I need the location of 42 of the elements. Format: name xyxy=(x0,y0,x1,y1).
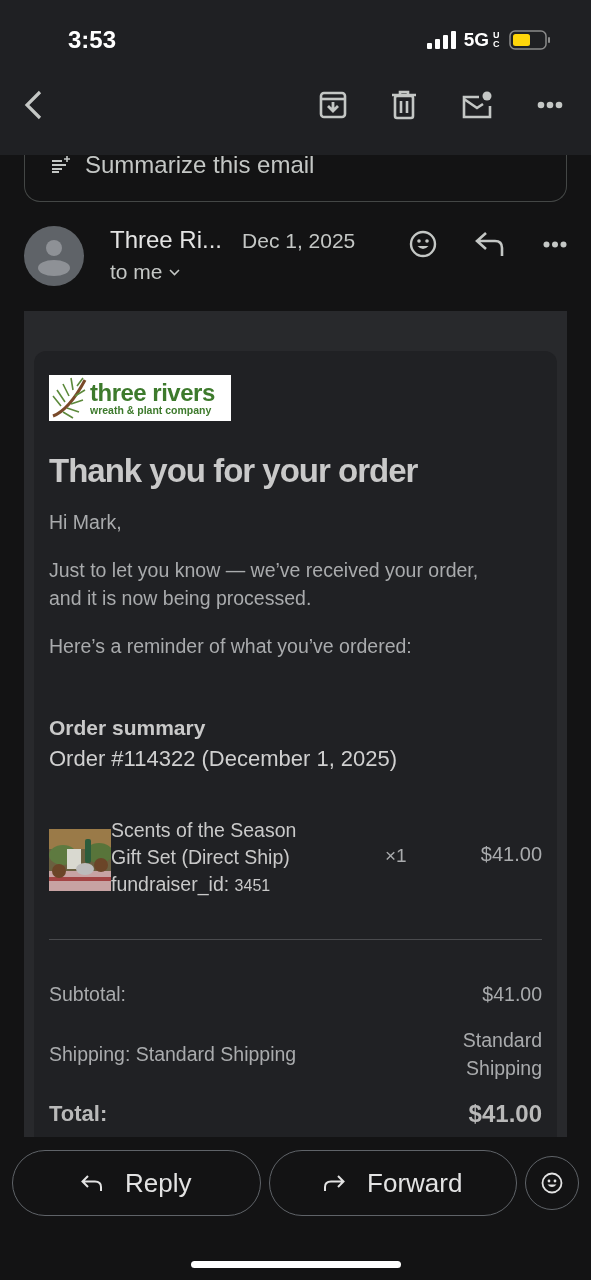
email-paragraph: Here’s a reminder of what you’ve ordered: xyxy=(49,634,413,659)
item-price: $41.00 xyxy=(479,843,542,866)
chevron-icon xyxy=(168,268,180,276)
signal-icon xyxy=(426,31,457,49)
mail-unread-icon[interactable] xyxy=(461,91,493,119)
item-quantity: ×1 xyxy=(385,845,408,867)
emoji-icon[interactable] xyxy=(409,230,437,258)
email-heading: Thank you for your order xyxy=(49,452,419,490)
total-value: Standard Shipping xyxy=(461,1028,542,1081)
order-number: Order #114322 (December 1, 2025) xyxy=(49,746,399,772)
total-value: $41.00 xyxy=(481,982,542,1007)
brand-tagline: wreath & plant company xyxy=(90,404,213,416)
summarize-icon xyxy=(51,155,71,173)
reply-icon[interactable] xyxy=(475,231,505,257)
message-date: Dec 1, 2025 xyxy=(242,229,356,253)
product-name: Scents of the Season Gift Set (Direct Ship) xyxy=(111,818,298,870)
greeting: Hi Mark, xyxy=(49,510,123,535)
network-suffix-text: UC xyxy=(493,31,500,49)
back-icon[interactable] xyxy=(24,90,42,120)
delete-icon[interactable] xyxy=(391,90,417,120)
total-label: Total: xyxy=(49,1101,108,1127)
summarize-button[interactable]: Summarize this email xyxy=(24,155,567,202)
clock-time: 3:53 xyxy=(68,26,117,54)
email-paragraph: Just to let you know — we’ve received your order, and it is now being processed. xyxy=(49,558,480,611)
more-icon[interactable] xyxy=(537,101,563,109)
reply-icon xyxy=(81,1175,103,1191)
recipient-toggle[interactable]: to me xyxy=(110,260,180,284)
brand-name: three rivers xyxy=(90,380,215,405)
total-value: $41.00 xyxy=(467,1100,542,1128)
total-label: Subtotal: xyxy=(49,982,126,1006)
battery-icon xyxy=(509,30,551,50)
total-label: Shipping: Standard Shipping xyxy=(49,1042,297,1066)
pine-branch-icon xyxy=(51,376,89,420)
product-meta: fundraiser_id: 3451 xyxy=(111,872,272,898)
archive-icon[interactable] xyxy=(319,91,347,119)
avatar xyxy=(24,226,84,286)
more-icon[interactable] xyxy=(543,240,567,248)
network-label: 5G xyxy=(463,29,489,51)
emoji-icon xyxy=(541,1172,563,1194)
sender-name: Three Ri... xyxy=(110,226,223,254)
order-summary-title: Order summary xyxy=(49,716,207,740)
forward-icon xyxy=(323,1175,346,1191)
